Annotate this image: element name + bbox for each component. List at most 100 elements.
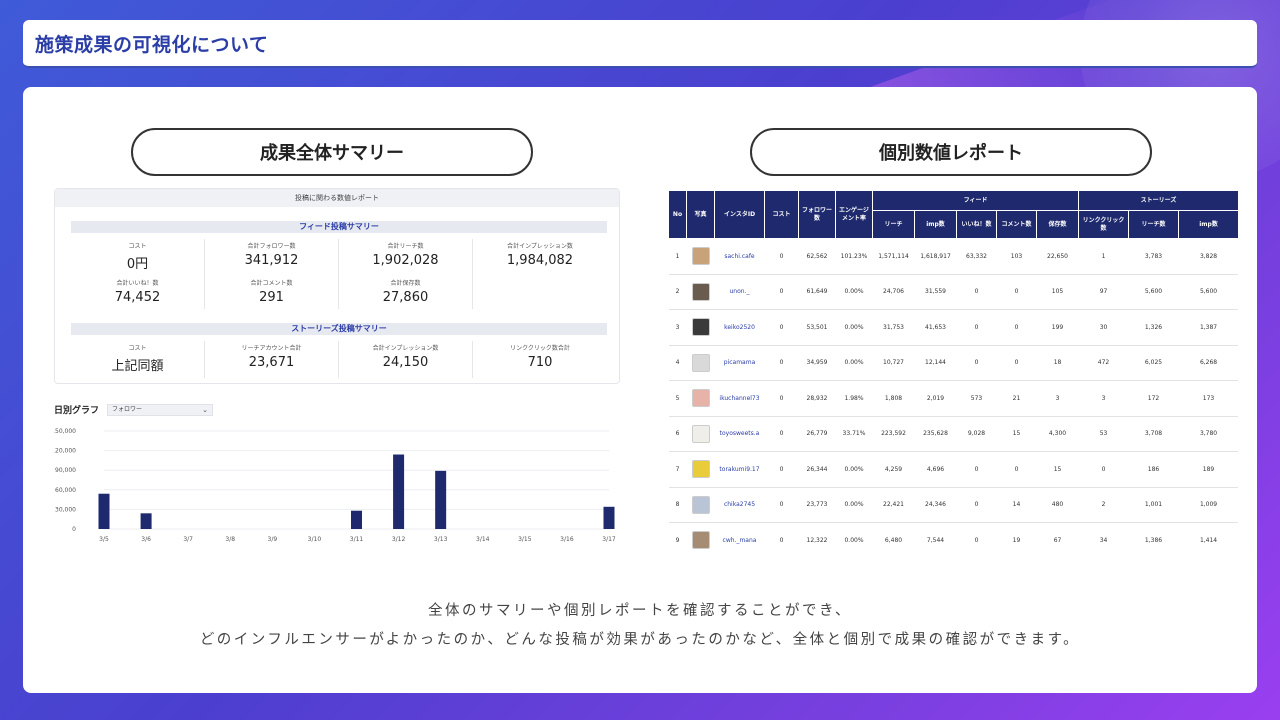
column-header[interactable]: imp数 xyxy=(1178,210,1238,239)
x-tick-label: 3/7 xyxy=(183,536,193,543)
instagram-id[interactable]: torakumi9.17 xyxy=(714,451,765,488)
stat-value: 0円 xyxy=(126,257,149,272)
column-header[interactable]: 写真 xyxy=(686,190,715,239)
table-row[interactable]: 7 torakumi9.17 0 26,344 0.00% 4,259 4,696 0 0 15 0… xyxy=(668,451,1238,488)
table-cell: 9 xyxy=(668,522,687,552)
column-header[interactable]: リーチ xyxy=(872,210,915,239)
bar[interactable] xyxy=(603,506,615,529)
instagram-id[interactable]: chika2745 xyxy=(714,487,765,523)
table-cell: 6,025 xyxy=(1128,345,1179,381)
stories-summary-title: ストーリーズ投稿サマリー xyxy=(71,323,607,335)
table-cell: 0 xyxy=(956,345,997,381)
table-cell: 0 xyxy=(956,309,997,346)
table-cell: 480 xyxy=(1036,487,1079,523)
table-cell: 3,828 xyxy=(1178,238,1238,275)
instagram-id[interactable]: toyosweets.a xyxy=(714,416,765,452)
table-cell: 10,727 xyxy=(872,345,915,381)
instagram-id[interactable]: keiko2520 xyxy=(714,309,765,346)
table-cell: 67 xyxy=(1036,522,1079,552)
bar[interactable] xyxy=(98,493,110,529)
column-header[interactable]: リーチ数 xyxy=(1128,210,1180,239)
summary-stat: 合計コメント数 291 xyxy=(205,276,339,309)
table-cell: 23,773 xyxy=(798,487,836,523)
table-cell: 9,028 xyxy=(956,416,997,452)
y-tick-label: 150,000 xyxy=(54,428,76,435)
table-row[interactable]: 3 keiko2520 0 53,501 0.00% 31,753 41,653 0 0 199 3… xyxy=(668,309,1238,346)
daily-bar-chart: 0 30,000 60,000 90,000 120,000 150,000 3/5 3/6 3… xyxy=(54,428,616,543)
column-header[interactable]: imp数 xyxy=(914,210,957,239)
bar[interactable] xyxy=(351,510,362,529)
report-table-wrapper[interactable]: No 写真 インスタID コスト フォロワー数 エンゲージメント率 フィード ストーリーズ リー… xyxy=(668,190,1238,552)
table-row[interactable]: 2 unon._ 0 61,649 0.00% 24,706 31,559 0 0 105 97 5,… xyxy=(668,274,1238,310)
avatar xyxy=(691,531,710,550)
stat-value: 291 xyxy=(259,290,284,305)
table-cell: 6,480 xyxy=(872,522,915,552)
table-cell: 0 xyxy=(764,380,799,417)
stories-group-header[interactable]: ストーリーズ xyxy=(1078,190,1238,211)
table-cell: 22,421 xyxy=(872,487,915,523)
table-cell: 12,322 xyxy=(798,522,836,552)
bar[interactable] xyxy=(435,470,447,529)
table-cell: 0.00% xyxy=(835,522,873,552)
table-cell: 61,649 xyxy=(798,274,836,310)
column-header[interactable]: いいね！数 xyxy=(956,210,997,239)
daily-graph-header: 日別グラフ フォロワー ⌄ xyxy=(54,403,214,416)
influencer-photo xyxy=(686,416,715,452)
table-row[interactable]: 4 picamama 0 34,959 0.00% 10,727 12,144 0 0 18 472… xyxy=(668,345,1238,381)
instagram-id[interactable]: ikuchannel73 xyxy=(714,380,765,417)
column-header[interactable]: エンゲージメント率 xyxy=(835,190,873,239)
table-cell: 14 xyxy=(996,487,1037,523)
table-cell: 0 xyxy=(996,345,1037,381)
bar[interactable] xyxy=(140,513,152,529)
table-cell: 0 xyxy=(996,309,1037,346)
table-cell: 0 xyxy=(764,345,799,381)
column-header[interactable]: コスト xyxy=(764,190,799,239)
stat-label: 合計リーチ数 xyxy=(387,243,424,250)
table-cell: 3 xyxy=(1078,380,1129,417)
table-cell: 199 xyxy=(1036,309,1079,346)
stat-label: 合計いいね！数 xyxy=(116,280,159,287)
feed-group-header[interactable]: フィード xyxy=(871,190,1080,211)
page-title: 施策成果の可視化について xyxy=(35,33,269,56)
avatar xyxy=(691,353,710,372)
instagram-id[interactable]: cwh._mana xyxy=(714,522,765,552)
instagram-id[interactable]: picamama xyxy=(714,345,765,381)
feed-summary-grid: コスト 0円 合計フォロワー数 341,912 合計リーチ数 1,902,028 合計インプ… xyxy=(71,239,607,309)
table-cell: 472 xyxy=(1078,345,1129,381)
table-cell: 26,344 xyxy=(798,451,836,488)
table-row[interactable]: 8 chika2745 0 23,773 0.00% 22,421 24,346 0 14 480… xyxy=(668,487,1238,523)
table-row[interactable]: 1 sachi.cafe 0 62,562 101.23% 1,571,114 1,618,… xyxy=(668,238,1238,275)
stat-label: 合計コメント数 xyxy=(250,280,293,287)
table-cell: 5 xyxy=(668,380,687,417)
table-cell: 573 xyxy=(956,380,997,417)
column-header[interactable]: No xyxy=(668,190,687,239)
table-cell: 3 xyxy=(1036,380,1079,417)
daily-graph-title: 日別グラフ xyxy=(54,406,100,416)
table-row[interactable]: 9 cwh._mana 0 12,322 0.00% 6,480 7,544 0 19 67 34 1… xyxy=(668,522,1238,552)
column-header[interactable]: コメント数 xyxy=(996,210,1037,239)
instagram-id[interactable]: sachi.cafe xyxy=(714,238,765,275)
x-tick-label: 3/11 xyxy=(350,536,364,543)
table-cell: 1,001 xyxy=(1128,487,1179,523)
table-cell: 0 xyxy=(996,274,1037,310)
instagram-id[interactable]: unon._ xyxy=(714,274,765,310)
column-header[interactable]: インスタID xyxy=(714,190,765,239)
table-row[interactable]: 5 ikuchannel73 0 28,932 1.98% 1,808 2,019 573 21… xyxy=(668,380,1238,417)
stat-value: 27,860 xyxy=(382,290,429,305)
table-cell: 62,562 xyxy=(798,238,836,275)
column-header[interactable]: フォロワー数 xyxy=(798,190,836,239)
avatar xyxy=(691,282,710,301)
table-cell: 18 xyxy=(1036,345,1079,381)
table-cell: 1,387 xyxy=(1178,309,1238,346)
influencer-photo xyxy=(686,380,715,417)
table-cell: 0 xyxy=(996,451,1037,488)
column-header[interactable]: 保存数 xyxy=(1035,210,1080,239)
stat-value: 上記同額 xyxy=(111,359,164,374)
metric-select[interactable]: フォロワー ⌄ xyxy=(107,403,214,416)
table-row[interactable]: 6 toyosweets.a 0 26,779 33.71% 223,592 235,628… xyxy=(668,416,1238,452)
bar[interactable] xyxy=(393,454,405,529)
summary-stat: 合計いいね！数 74,452 xyxy=(71,276,205,309)
avatar xyxy=(691,495,710,514)
table-cell: 101.23% xyxy=(835,238,873,275)
column-header[interactable]: リンククリック数 xyxy=(1078,210,1130,239)
